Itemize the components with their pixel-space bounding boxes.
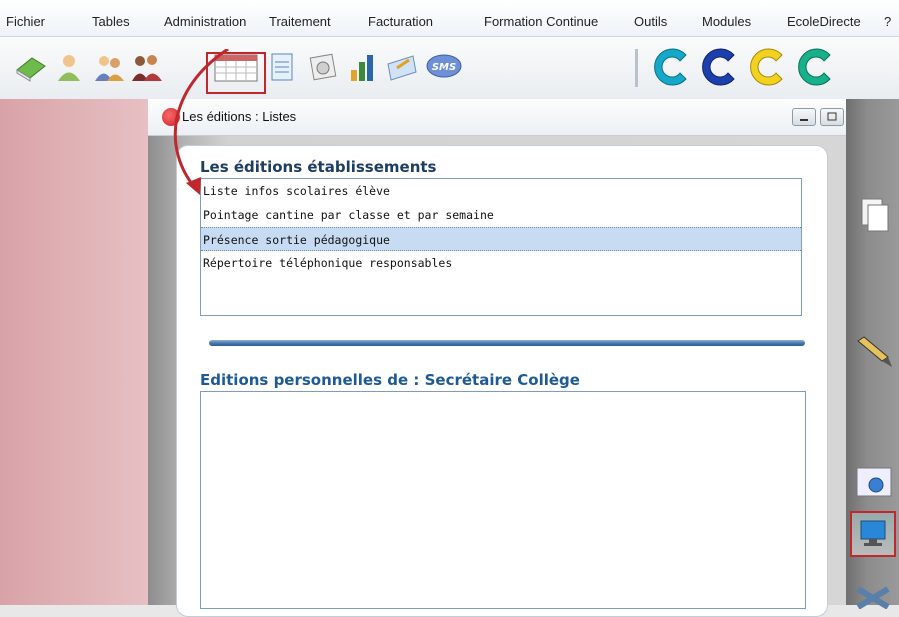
menu-modules[interactable]: Modules <box>702 15 751 28</box>
copy-icon[interactable] <box>854 195 894 235</box>
menu-help[interactable]: ? <box>884 15 891 28</box>
monitor-icon <box>860 520 886 546</box>
menu-bar: Fichier Tables Administration Traitement… <box>0 0 899 37</box>
left-panel <box>0 99 148 605</box>
tools-icon[interactable] <box>852 585 894 609</box>
list-item[interactable]: Répertoire téléphonique responsables <box>201 251 801 275</box>
editions-window: Les éditions : Listes Les éditions établ… <box>148 49 848 617</box>
user-icon[interactable] <box>52 50 86 84</box>
menu-fichier[interactable]: Fichier <box>6 15 45 28</box>
menu-administration[interactable]: Administration <box>164 15 246 28</box>
menu-ecoledirecte[interactable]: EcoleDirecte <box>787 15 861 28</box>
content-card: Les éditions établissements Liste infos … <box>176 145 828 617</box>
web-preview-icon[interactable] <box>854 465 894 501</box>
list-item-selected[interactable]: Présence sortie pédagogique <box>201 227 801 251</box>
personnelles-list[interactable] <box>200 391 806 609</box>
menu-traitement[interactable]: Traitement <box>269 15 331 28</box>
monitor-button[interactable] <box>850 511 896 557</box>
book-icon[interactable] <box>14 50 48 84</box>
menu-tables[interactable]: Tables <box>92 15 130 28</box>
pen-icon[interactable] <box>852 331 896 371</box>
menu-facturation[interactable]: Facturation <box>368 15 433 28</box>
annotation-arrow-icon <box>173 49 229 195</box>
section-divider <box>209 340 805 346</box>
users-icon[interactable] <box>92 50 126 84</box>
menu-formation-continue[interactable]: Formation Continue <box>484 15 598 28</box>
section-personnelles-title: Editions personnelles de : Secrétaire Co… <box>200 371 580 389</box>
menu-outils[interactable]: Outils <box>634 15 667 28</box>
